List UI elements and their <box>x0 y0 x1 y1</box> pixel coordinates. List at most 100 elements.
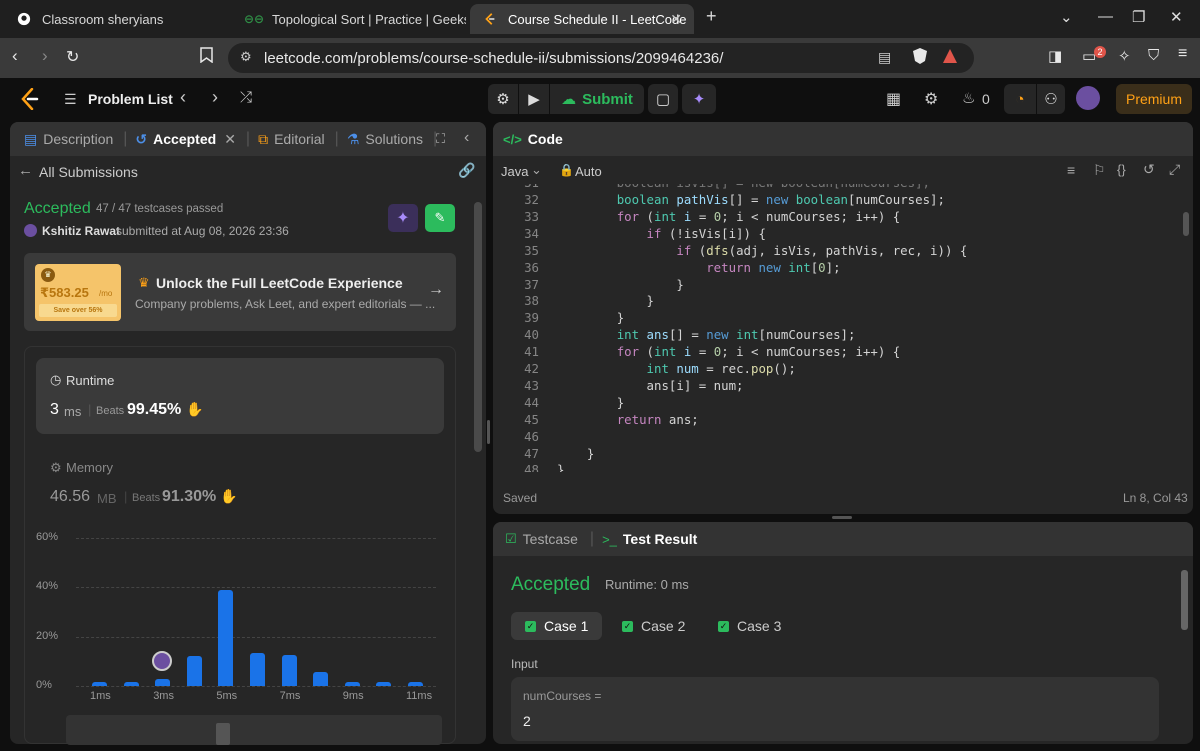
notes-icon[interactable]: ▢ <box>648 84 678 114</box>
share-link-icon[interactable]: 🔗 <box>458 162 475 179</box>
ai-assistant-icon[interactable]: ✦ <box>682 84 716 114</box>
leetcode-icon <box>482 11 498 27</box>
braces-icon[interactable]: {} <box>1117 162 1126 177</box>
auto-mode[interactable]: Auto <box>575 164 602 179</box>
result-scrollbar[interactable] <box>1181 570 1188 630</box>
bar-2ms[interactable] <box>123 682 139 686</box>
address-toolbar: ‹ › ↻ ⚙ leetcode.com/problems/course-sch… <box>0 38 1200 78</box>
browser-tab-classroom[interactable]: Classroom sheryians <box>4 4 230 34</box>
streak-icon[interactable]: ♨ <box>962 89 975 107</box>
language-select[interactable]: Java <box>501 164 528 179</box>
bar-5ms[interactable] <box>218 589 234 686</box>
bar-6ms[interactable] <box>250 652 265 686</box>
bar-1ms[interactable] <box>92 682 107 686</box>
submit-button[interactable]: ☁ Submit <box>550 84 644 114</box>
tab-accepted[interactable]: ↺ Accepted ✕ <box>135 131 236 148</box>
back-icon[interactable]: ‹ <box>12 46 18 66</box>
run-button[interactable]: ▶ <box>519 84 549 114</box>
layout-icon[interactable]: ▦ <box>886 89 901 109</box>
runtime-card[interactable]: ◷ Runtime 3 ms | Beats 99.45% ✋ <box>36 358 444 434</box>
tab-test-result[interactable]: Test Result <box>623 531 697 547</box>
shuffle-icon[interactable]: ⤮ <box>240 89 252 106</box>
prev-problem-icon[interactable]: ‹ <box>180 87 186 108</box>
fullscreen-icon[interactable]: ⤢ <box>1169 161 1180 178</box>
brave-shield-icon[interactable] <box>912 47 928 70</box>
all-submissions-link[interactable]: All Submissions <box>39 164 138 180</box>
clock-icon: ◷ <box>50 372 62 387</box>
slider-handle[interactable] <box>216 723 230 745</box>
bar-11ms[interactable] <box>408 682 423 686</box>
user-name[interactable]: Kshitiz Rawat <box>42 224 120 238</box>
close-tab-icon[interactable]: ✕ <box>224 131 236 148</box>
collapse-panel-icon[interactable]: ‹ <box>464 129 469 147</box>
x-tick-label: 3ms <box>153 690 174 702</box>
url-bar[interactable]: ⚙ leetcode.com/problems/course-schedule-… <box>228 43 974 73</box>
arrow-right-icon: → <box>428 281 444 298</box>
chart-range-slider[interactable] <box>66 715 442 745</box>
vertical-resize-handle[interactable] <box>832 516 852 519</box>
code-line: 43 ans[i] = num; <box>524 377 744 393</box>
browser-tab-gfg[interactable]: ⊖⊖ Topological Sort | Practice | Geeksfo… <box>234 4 466 34</box>
edit-note-icon[interactable]: ✎ <box>425 204 455 232</box>
maximize-icon[interactable]: ⛶ <box>436 131 445 147</box>
tab-testcase[interactable]: Testcase <box>523 531 578 547</box>
minimize-button[interactable]: — <box>1098 8 1113 25</box>
bar-3ms[interactable] <box>155 678 171 686</box>
runtime-beats: 99.45% <box>127 401 182 418</box>
bar-8ms[interactable] <box>313 672 329 686</box>
bar-7ms[interactable] <box>281 655 297 686</box>
restore-button[interactable]: ❐ <box>1132 8 1145 26</box>
case-1-tab[interactable]: ✓ Case 1 <box>511 612 603 640</box>
sidebar-icon[interactable]: ◨ <box>1048 47 1062 65</box>
close-window-button[interactable]: ✕ <box>1170 8 1183 26</box>
site-settings-icon[interactable]: ⚙ <box>240 49 252 65</box>
saved-status: Saved <box>503 491 538 505</box>
premium-promo-card[interactable]: ♛ ₹583.25 /mo Save over 56% ♛ Unlock the… <box>24 253 456 331</box>
tab-solutions[interactable]: ⚗ Solutions <box>347 131 423 148</box>
leetcode-logo[interactable] <box>20 87 40 115</box>
menu-icon[interactable]: ≡ <box>1178 45 1187 63</box>
bookmark-icon[interactable] <box>200 47 213 67</box>
next-problem-icon[interactable]: › <box>212 87 218 108</box>
analyze-ai-icon[interactable]: ✦ <box>388 204 418 232</box>
code-line: 42 int num = rec.pop(); <box>524 361 796 376</box>
bar-4ms[interactable] <box>186 656 202 686</box>
tab-label: Editorial <box>274 131 325 147</box>
settings-icon[interactable]: ⚙ <box>924 89 938 109</box>
panel-resize-handle[interactable] <box>487 420 490 444</box>
problem-list-link[interactable]: Problem List <box>88 91 173 107</box>
scrollbar[interactable] <box>474 202 482 452</box>
leo-ai-icon[interactable]: ✧ <box>1118 47 1131 65</box>
vpn-icon[interactable]: ⛉ <box>1148 47 1159 64</box>
case-2-tab[interactable]: ✓ Case 2 <box>608 612 699 640</box>
bar-9ms[interactable] <box>344 682 360 686</box>
reload-icon[interactable]: ↻ <box>66 47 79 67</box>
close-tab-icon[interactable]: ✕ <box>670 11 682 28</box>
brave-rewards-icon[interactable] <box>942 48 958 69</box>
chevron-down-icon[interactable]: ⌄ <box>531 162 542 178</box>
browser-tab-leetcode[interactable]: Course Schedule II - LeetCode ✕ <box>470 4 694 34</box>
bookmark-icon[interactable]: ⚐ <box>1093 162 1106 179</box>
tab-editorial[interactable]: ⧉ Editorial <box>258 131 325 148</box>
promo-title: Unlock the Full LeetCode Experience <box>156 275 403 291</box>
beats-label: Beats <box>96 405 125 417</box>
timer-icon[interactable]: ◔ <box>1004 84 1036 114</box>
code-scrollbar[interactable] <box>1183 212 1189 236</box>
reader-mode-icon[interactable]: ▤ <box>878 49 891 66</box>
memory-value: 46.56 <box>50 488 91 505</box>
case-3-tab[interactable]: ✓ Case 3 <box>704 612 795 640</box>
format-icon[interactable]: ≡ <box>1067 162 1075 178</box>
reset-icon[interactable]: ↺ <box>1143 161 1155 178</box>
tab-description[interactable]: ▤ Description <box>24 131 113 148</box>
back-arrow-icon[interactable]: ← <box>18 162 33 179</box>
invite-icon[interactable]: ⚇ <box>1037 84 1065 114</box>
new-tab-button[interactable]: + <box>706 6 717 27</box>
tab-search-icon[interactable]: ⌄ <box>1060 8 1073 26</box>
code-editor[interactable]: 31 boolean isVis[] = new boolean[numCour… <box>493 184 1193 472</box>
avatar[interactable] <box>1076 86 1100 110</box>
code-line: 32 boolean pathVis[] = new boolean[numCo… <box>524 192 945 207</box>
forward-icon[interactable]: › <box>42 46 48 66</box>
debug-icon[interactable]: ⚙ <box>488 84 518 114</box>
premium-button[interactable]: Premium <box>1116 84 1192 114</box>
bar-10ms[interactable] <box>376 682 392 686</box>
